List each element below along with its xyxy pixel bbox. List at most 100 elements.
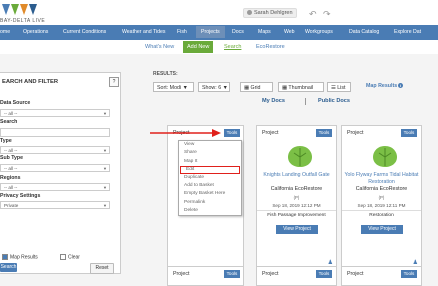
map-results-link[interactable]: Map Results i: [366, 83, 404, 89]
nav-fish[interactable]: Fish: [177, 29, 187, 35]
project-type: Fish Passage Improvement: [267, 213, 326, 218]
tools-button[interactable]: Tools: [316, 129, 332, 137]
project-thumbnail[interactable]: [368, 143, 402, 169]
tab-my-docs[interactable]: My Docs: [262, 98, 285, 104]
users-icon[interactable]: ♟: [413, 259, 418, 266]
type-select[interactable]: -- all -- ▼: [0, 146, 110, 154]
project-program: California EcoRestore: [270, 186, 323, 192]
data-source-select[interactable]: -- all -- ▼: [0, 109, 110, 117]
nav-weather-tides[interactable]: Weather and Tides: [122, 29, 165, 35]
user-name: Sarah Dehlgren: [254, 10, 293, 16]
privacy-select[interactable]: Private ▼: [0, 201, 110, 209]
nav-current-conditions[interactable]: Current Conditions: [63, 29, 106, 35]
undo-icon[interactable]: ↶: [309, 9, 317, 20]
map-results-checkbox[interactable]: Map Results: [2, 254, 38, 260]
grid-icon: ▦: [244, 85, 250, 91]
panel-title: EARCH AND FILTER: [2, 79, 59, 85]
logo-text: BAY-DELTA LIVE: [0, 18, 46, 24]
regions-label: Regions: [0, 175, 21, 181]
chevron-down-icon: ▼: [103, 185, 107, 190]
type-value: -- all --: [4, 148, 18, 153]
project-thumbnail[interactable]: [283, 143, 317, 169]
project-role: (P): [293, 195, 300, 200]
nav-docs[interactable]: Docs: [232, 29, 244, 35]
grid-view-button[interactable]: ▦ Grid: [240, 82, 273, 92]
project-program: California EcoRestore: [355, 186, 408, 192]
menu-item-edit[interactable]: Edit: [180, 165, 240, 174]
subnav-add-new[interactable]: Add New: [183, 41, 214, 53]
nav-maps[interactable]: Maps: [258, 29, 271, 35]
card-label: Project: [347, 271, 364, 277]
map-results-label: Map Results: [10, 254, 38, 261]
thumbnail-icon: ▦: [282, 85, 288, 91]
subnav-whats-new[interactable]: What's New: [142, 43, 177, 51]
user-menu[interactable]: Sarah Dehlgren: [243, 8, 297, 18]
nav-data-catalog[interactable]: Data Catalog: [349, 29, 379, 35]
search-button[interactable]: Search: [0, 263, 17, 272]
checkbox-checked-icon: [2, 254, 8, 260]
card-divider: [342, 210, 421, 211]
user-icon: [247, 10, 252, 16]
chevron-down-icon: ▼: [103, 148, 107, 153]
nav-web[interactable]: Web: [284, 29, 295, 35]
show-select[interactable]: Show: 6 ▼: [198, 82, 230, 92]
project-card: Project Tools: [167, 266, 244, 286]
users-icon[interactable]: ♟: [328, 259, 333, 266]
subnav-ecorestore[interactable]: EcoRestore: [253, 43, 288, 51]
menu-item-share[interactable]: Share: [179, 149, 241, 157]
sub-type-value: -- all --: [4, 166, 18, 171]
search-input[interactable]: [0, 128, 110, 137]
type-label: Type: [0, 138, 12, 144]
search-filter-panel: EARCH AND FILTER ? Data Source -- all --…: [0, 72, 121, 274]
menu-item-add-to-basket[interactable]: Add to Basket: [179, 182, 241, 190]
project-date: Sep 18, 2019 12:12 PM: [272, 203, 321, 208]
project-card: Project Tools Knights Landing Outfall Ga…: [256, 125, 337, 270]
chevron-down-icon: ▼: [103, 203, 107, 208]
project-date: Sep 18, 2019 12:11 PM: [357, 203, 406, 208]
list-label: List: [337, 85, 346, 91]
nav-home[interactable]: ome: [0, 29, 10, 35]
nav-projects[interactable]: Projects: [196, 26, 225, 38]
menu-item-duplicate[interactable]: Duplicate: [179, 174, 241, 182]
tools-button[interactable]: Tools: [316, 270, 332, 278]
regions-select[interactable]: -- all -- ▼: [0, 183, 110, 191]
redo-icon[interactable]: ↷: [323, 9, 331, 20]
tools-dropdown-menu: View Share Map It Edit Duplicate Add to …: [178, 140, 242, 217]
sort-select[interactable]: Sort: Modi ▼: [153, 82, 194, 92]
thumbnail-view-button[interactable]: ▦ Thumbnail: [278, 82, 324, 92]
sub-nav: What's New Add New Search EcoRestore: [0, 40, 438, 54]
tools-button[interactable]: Tools: [224, 270, 240, 278]
menu-item-permalink[interactable]: Permalink: [179, 199, 241, 207]
menu-item-delete[interactable]: Delete: [179, 207, 241, 215]
list-view-button[interactable]: ☰ List: [327, 82, 351, 92]
help-icon[interactable]: ?: [109, 77, 119, 87]
card-label: Project: [262, 271, 279, 277]
nav-explore-data[interactable]: Explore Dat: [394, 29, 421, 35]
view-project-button[interactable]: View Project: [361, 225, 403, 234]
nav-workgroups[interactable]: Workgroups: [305, 29, 333, 35]
project-title[interactable]: Knights Landing Outfall Gate: [257, 172, 336, 179]
tools-button[interactable]: Tools: [224, 129, 240, 137]
card-label: Project: [173, 130, 190, 136]
sort-value: Sort: Modi: [157, 85, 182, 91]
subnav-search[interactable]: Search: [221, 43, 244, 51]
tab-public-docs[interactable]: Public Docs: [318, 98, 350, 104]
privacy-label: Privacy Settings: [0, 193, 41, 199]
clear-label: Clear: [68, 254, 80, 261]
project-card: Project Tools: [341, 266, 422, 286]
tools-button[interactable]: Tools: [401, 270, 417, 278]
show-value: Show: 6: [202, 85, 222, 91]
view-project-button[interactable]: View Project: [276, 225, 318, 234]
clear-checkbox[interactable]: Clear: [60, 254, 80, 260]
reset-button[interactable]: Reset: [90, 263, 114, 274]
grid-label: Grid: [250, 85, 261, 91]
sub-type-select[interactable]: -- all -- ▼: [0, 164, 110, 172]
menu-item-view[interactable]: View: [179, 141, 241, 149]
project-title[interactable]: Yolo Flyway Farms Tidal Habitat Restorat…: [342, 172, 421, 185]
chevron-down-icon: ▼: [103, 111, 107, 116]
nav-operations[interactable]: Operations: [23, 29, 48, 35]
menu-item-empty-basket[interactable]: Empty Basket Here: [179, 190, 241, 198]
menu-item-map-it[interactable]: Map It: [179, 158, 241, 166]
tools-button[interactable]: Tools: [401, 129, 417, 137]
project-type: Restoration: [369, 213, 394, 218]
